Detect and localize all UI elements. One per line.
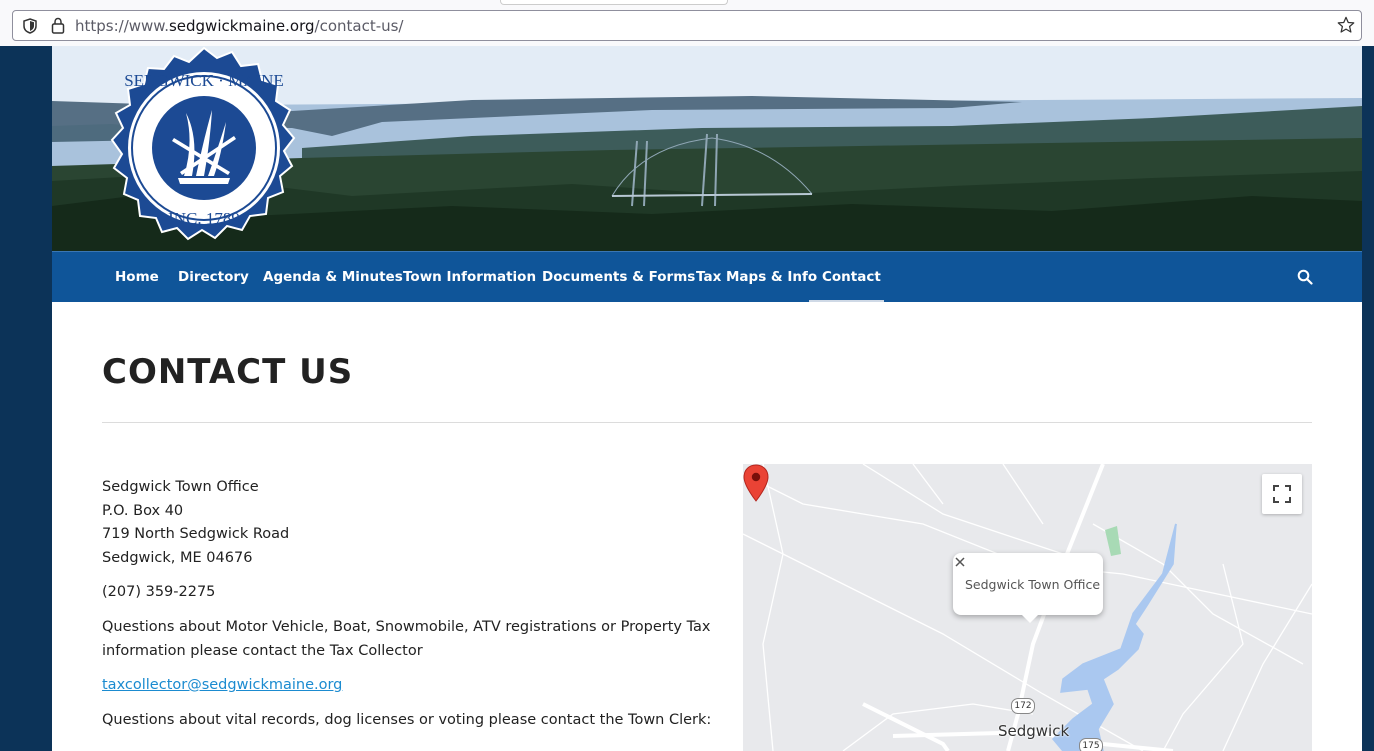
- address-line: Sedgwick, ME 04676: [102, 549, 253, 566]
- route-172-shield: 172: [1011, 698, 1035, 714]
- address-bar[interactable]: https://www.sedgwickmaine.org/contact-us…: [12, 10, 1362, 41]
- page-background-right: [1362, 46, 1374, 751]
- main-navigation: Home Directory Agenda & Minutes Town Inf…: [52, 251, 1362, 302]
- title-divider: [102, 422, 1312, 423]
- browser-tab[interactable]: [500, 0, 728, 5]
- browser-toolbar: https://www.sedgwickmaine.org/contact-us…: [0, 0, 1374, 47]
- main-content: CONTACT US Sedgwick Town Office P.O. Box…: [52, 302, 1362, 751]
- nav-town-information[interactable]: Town Information: [403, 252, 536, 302]
- map-fullscreen-button[interactable]: [1262, 474, 1302, 514]
- nav-contact[interactable]: Contact: [822, 252, 881, 302]
- map-info-window: Sedgwick Town Office: [953, 553, 1103, 615]
- header-banner: SEDGWICK · MAINE INC. 1789: [52, 46, 1362, 251]
- info-window-title: Sedgwick Town Office: [965, 577, 1101, 592]
- tax-collector-email-link[interactable]: taxcollector@sedgwickmaine.org: [102, 677, 342, 693]
- bookmark-star-icon[interactable]: [1337, 16, 1355, 34]
- tax-question-line: Questions about Motor Vehicle, Boat, Sno…: [102, 619, 711, 635]
- nav-directory[interactable]: Directory: [178, 252, 249, 302]
- tax-question-text: Questions about Motor Vehicle, Boat, Sno…: [102, 616, 711, 663]
- address-line: Sedgwick Town Office: [102, 479, 259, 495]
- info-window-pointer: [1021, 614, 1039, 623]
- address-block: Sedgwick Town Office P.O. Box 40 719 Nor…: [102, 476, 289, 570]
- nav-tax-maps-info[interactable]: Tax Maps & Info: [696, 252, 817, 302]
- fullscreen-icon: [1273, 485, 1291, 503]
- location-pin-icon[interactable]: [743, 464, 769, 502]
- search-icon[interactable]: [1297, 269, 1313, 285]
- info-window-close-icon[interactable]: [953, 555, 967, 569]
- logo-text-top: SEDGWICK · MAINE: [124, 71, 284, 90]
- park-area: [1105, 526, 1121, 556]
- phone-number: (207) 359-2275: [102, 584, 216, 600]
- tax-collector-email-container: taxcollector@sedgwickmaine.org: [102, 674, 342, 698]
- nav-agenda-minutes[interactable]: Agenda & Minutes: [263, 252, 403, 302]
- town-seal-logo[interactable]: SEDGWICK · MAINE INC. 1789: [104, 46, 304, 250]
- address-line: P.O. Box 40: [102, 502, 184, 519]
- address-line: 719 North Sedgwick Road: [102, 526, 290, 542]
- clerk-question-text: Questions about vital records, dog licen…: [102, 712, 712, 728]
- shield-icon[interactable]: [23, 18, 37, 34]
- lock-icon[interactable]: [51, 17, 65, 34]
- google-map[interactable]: Sedgwick Town Office 172 Sedgwick 175: [743, 464, 1312, 751]
- town-map-label: Sedgwick: [998, 722, 1070, 740]
- page-background-left: [0, 46, 52, 751]
- nav-home[interactable]: Home: [115, 252, 159, 302]
- route-175-shield: 175: [1079, 738, 1103, 751]
- logo-text-bottom: INC. 1789: [168, 209, 240, 228]
- page-title: CONTACT US: [102, 352, 354, 392]
- nav-documents-forms[interactable]: Documents & Forms: [542, 252, 695, 302]
- tax-question-line: information please contact the Tax Colle…: [102, 642, 423, 659]
- url-text[interactable]: https://www.sedgwickmaine.org/contact-us…: [75, 17, 404, 35]
